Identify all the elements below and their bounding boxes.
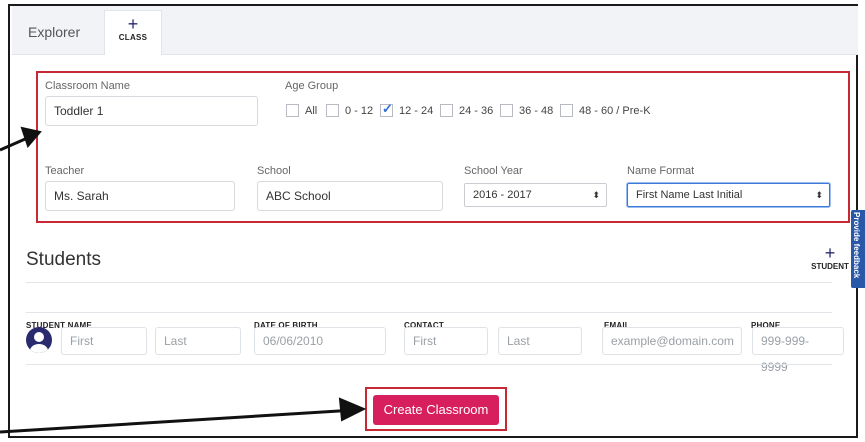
arrow-to-form xyxy=(0,126,42,152)
callout-arrows xyxy=(0,126,367,434)
arrow-to-button xyxy=(0,397,367,434)
